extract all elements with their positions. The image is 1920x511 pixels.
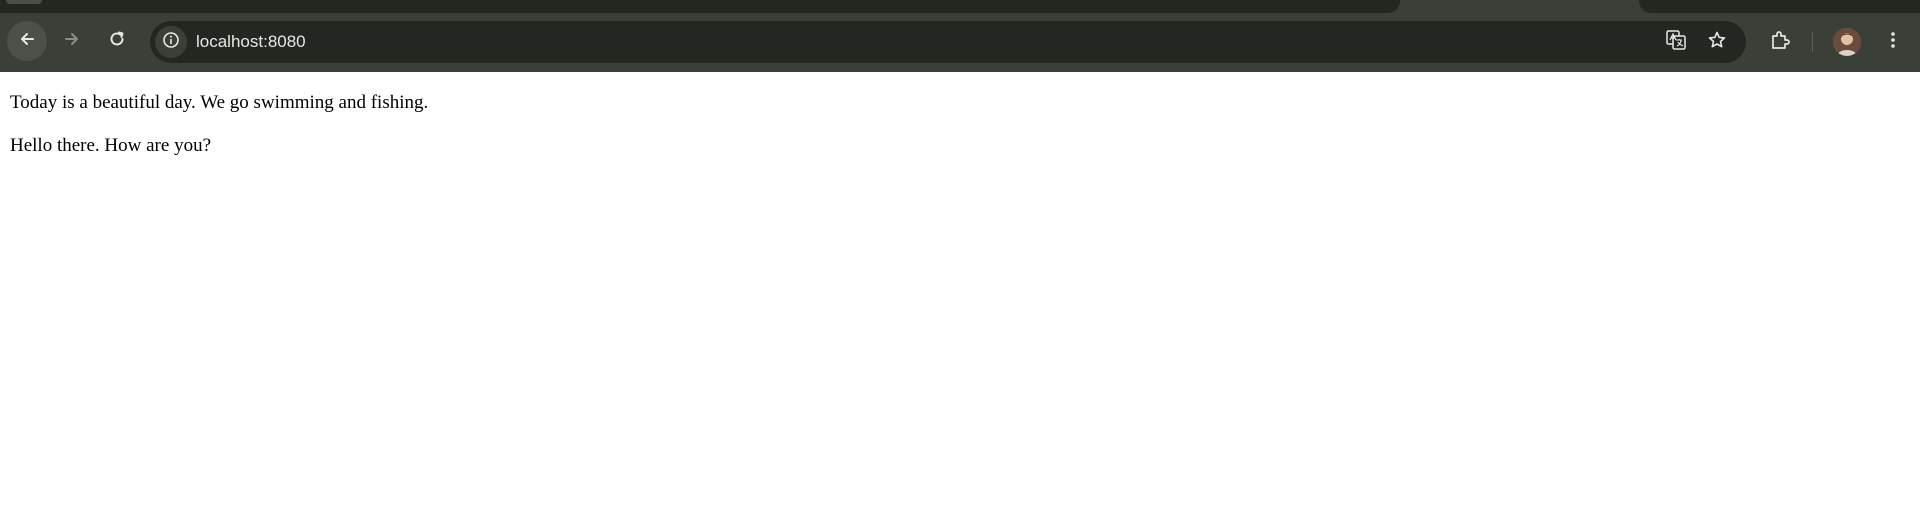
page-content: Today is a beautiful day. We go swimming… — [0, 72, 1920, 511]
reload-icon — [107, 29, 127, 54]
translate-icon — [1665, 29, 1687, 56]
arrow-right-icon — [62, 29, 82, 54]
site-info-button[interactable] — [155, 26, 187, 58]
puzzle-icon — [1769, 28, 1793, 57]
tab-edge — [6, 0, 42, 4]
toolbar: localhost:8080 — [0, 14, 1920, 72]
tab-strip — [0, 0, 1920, 14]
address-bar[interactable]: localhost:8080 — [150, 21, 1746, 63]
kebab-menu-icon — [1883, 30, 1903, 55]
tab-inactive[interactable] — [1639, 0, 1920, 13]
arrow-left-icon — [17, 29, 37, 54]
forward-button[interactable] — [52, 21, 92, 61]
translate-button[interactable] — [1664, 29, 1688, 56]
star-icon — [1707, 30, 1727, 55]
menu-button[interactable] — [1880, 29, 1906, 55]
bookmark-button[interactable] — [1705, 30, 1729, 54]
url-text[interactable]: localhost:8080 — [196, 21, 306, 63]
paragraph-2: Hello there. How are you? — [10, 135, 212, 156]
info-icon — [162, 31, 180, 54]
back-button[interactable] — [7, 21, 47, 61]
avatar[interactable] — [1833, 28, 1861, 56]
tab-active[interactable] — [0, 0, 1400, 13]
browser-chrome: localhost:8080 — [0, 0, 1920, 72]
paragraph-1: Today is a beautiful day. We go swimming… — [10, 92, 429, 113]
reload-button[interactable] — [97, 21, 137, 61]
toolbar-divider — [1812, 32, 1813, 52]
extensions-button[interactable] — [1768, 29, 1794, 55]
